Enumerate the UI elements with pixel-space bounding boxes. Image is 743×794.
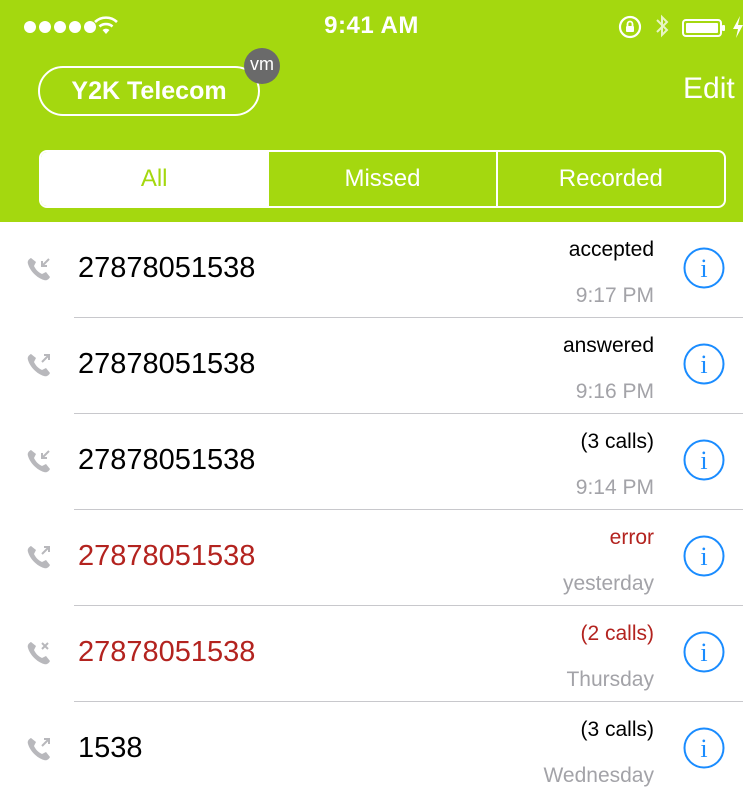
call-list: 27878051538 accepted 9:17 PM i 278780515… — [0, 222, 743, 794]
svg-text:i: i — [700, 542, 707, 571]
tab-recorded[interactable]: Recorded — [495, 152, 724, 206]
outgoing-call-icon — [27, 546, 50, 569]
call-row[interactable]: 27878051538 error yesterday i — [0, 510, 743, 606]
outgoing-call-icon — [27, 738, 50, 761]
call-status: accepted — [568, 238, 654, 261]
call-number: 27878051538 — [78, 252, 256, 284]
call-row[interactable]: 27878051538 accepted 9:17 PM i — [0, 222, 743, 318]
carrier-button[interactable]: Y2K Telecom — [38, 66, 260, 116]
call-status: (3 calls) — [580, 430, 654, 453]
edit-button[interactable]: Edit — [683, 72, 735, 106]
info-icon[interactable]: i — [683, 247, 725, 289]
call-number: 27878051538 — [78, 540, 256, 572]
tab-all[interactable]: All — [41, 152, 268, 206]
call-status: answered — [562, 334, 654, 357]
info-icon[interactable]: i — [683, 439, 725, 481]
call-time: 9:14 PM — [575, 476, 654, 499]
svg-text:i: i — [700, 638, 707, 667]
info-icon[interactable]: i — [683, 727, 725, 769]
call-number: 27878051538 — [78, 636, 256, 668]
call-status: error — [609, 526, 654, 549]
call-time: 9:16 PM — [575, 380, 654, 403]
recents-screen: 9:41 AM Y2K Telecom vm Edit All Missed R… — [0, 0, 743, 794]
call-row[interactable]: 27878051538 answered 9:16 PM i — [0, 318, 743, 414]
call-row[interactable]: 1538 (3 calls) Wednesday i — [0, 702, 743, 794]
info-icon[interactable]: i — [683, 631, 725, 673]
call-time: Wednesday — [543, 764, 654, 787]
voicemail-badge[interactable]: vm — [244, 48, 280, 84]
tab-missed[interactable]: Missed — [267, 152, 495, 206]
svg-text:i: i — [700, 350, 707, 379]
call-time: 9:17 PM — [575, 284, 654, 307]
svg-text:i: i — [700, 446, 707, 475]
call-status: (3 calls) — [580, 718, 654, 741]
call-time: yesterday — [562, 572, 654, 595]
incoming-call-icon — [27, 450, 50, 473]
info-icon[interactable]: i — [683, 343, 725, 385]
call-number: 27878051538 — [78, 444, 256, 476]
svg-text:i: i — [700, 254, 707, 283]
incoming-call-icon — [27, 258, 50, 281]
outgoing-call-icon — [27, 354, 50, 377]
battery-icon — [682, 19, 725, 37]
call-time: Thursday — [566, 668, 654, 691]
call-number: 27878051538 — [78, 348, 256, 380]
svg-text:i: i — [700, 734, 707, 763]
status-bar: 9:41 AM — [0, 0, 743, 52]
call-row[interactable]: 27878051538 (3 calls) 9:14 PM i — [0, 414, 743, 510]
charging-icon — [733, 16, 743, 38]
call-row[interactable]: 27878051538 (2 calls) Thursday i — [0, 606, 743, 702]
header-bar: 9:41 AM Y2K Telecom vm Edit All Missed R… — [0, 0, 743, 222]
call-status: (2 calls) — [580, 622, 654, 645]
rotation-lock-icon — [618, 15, 642, 39]
info-icon[interactable]: i — [683, 535, 725, 577]
call-filter-segmented-control: All Missed Recorded — [39, 150, 726, 208]
call-number: 1538 — [78, 732, 143, 764]
missed-call-icon — [27, 642, 50, 665]
bluetooth-icon — [656, 14, 669, 38]
